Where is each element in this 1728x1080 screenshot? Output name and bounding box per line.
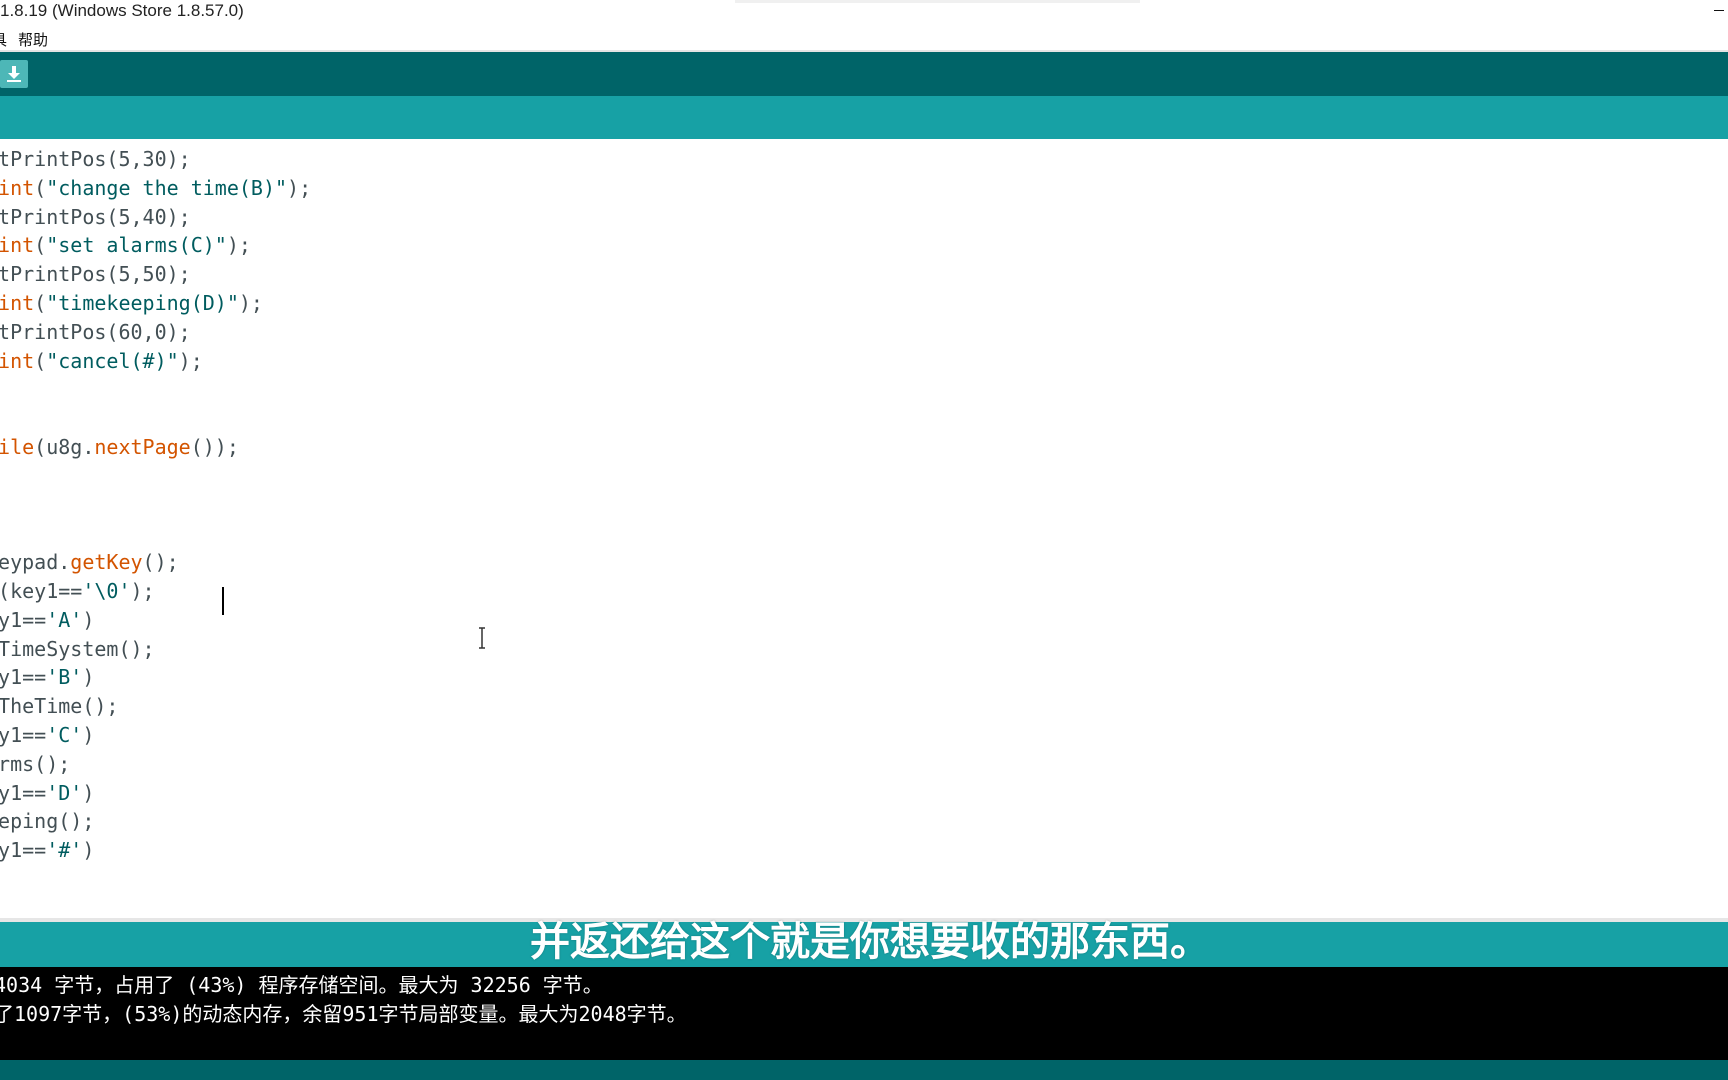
menu-item-help[interactable]: 帮助 (18, 29, 48, 50)
code-token: ) (82, 780, 95, 805)
code-token: ( (34, 233, 47, 258)
code-token: eeping(); (0, 809, 95, 834)
code-token: ()); (190, 435, 239, 459)
code-line: hTimeSystem(); (0, 634, 155, 664)
code-token: "timekeeping(D)" (46, 291, 239, 315)
code-line: arms(); (0, 749, 70, 779)
code-token: 'D' (46, 780, 83, 805)
code-token: ey1== (0, 780, 47, 805)
code-token: etPrintPos(60,0); (0, 319, 191, 344)
download-arrow-icon (7, 66, 21, 82)
code-token: rint (0, 291, 35, 315)
code-line: etPrintPos(60,0); (0, 317, 191, 347)
code-token: ey1== (0, 723, 47, 747)
code-line: ey1=='A') (0, 605, 94, 635)
code-token: ); (130, 579, 155, 603)
code-line: ey1=='B') (0, 662, 94, 692)
code-line: rint("timekeeping(D)"); (0, 288, 263, 318)
code-token: ey1== (0, 838, 47, 863)
code-token: (key1== (0, 579, 83, 603)
code-line: rint("cancel(#)"); (0, 346, 203, 376)
code-line: eeping(); (0, 806, 94, 836)
code-token: rint (0, 175, 35, 200)
code-token: ey1== (0, 607, 47, 632)
ibeam-cursor-icon (479, 627, 485, 649)
menu-item-tools[interactable]: 具 (0, 29, 7, 50)
window-title: 1.8.19 (Windows Store 1.8.57.0) (0, 1, 244, 20)
code-token: etPrintPos(5,30); (0, 147, 191, 171)
status-strip (0, 1060, 1728, 1080)
code-token: getKey (70, 550, 143, 575)
code-token: 'A' (46, 607, 83, 632)
code-line: keypad.getKey(); (0, 547, 179, 577)
code-token: rint (0, 233, 35, 258)
code-token: ( (34, 291, 47, 315)
code-token: ey1== (0, 665, 47, 690)
code-token: 'B' (46, 665, 83, 690)
code-token: ( (34, 175, 47, 200)
text-caret (222, 587, 224, 615)
code-token: '\0' (82, 579, 131, 603)
code-token: rint (0, 348, 35, 373)
menu-bar: 具 帮助 (0, 26, 1728, 52)
code-editor[interactable]: etPrintPos(5,30);rint("change the time(B… (0, 139, 1728, 920)
arduino-ide-window: 1.8.19 (Windows Store 1.8.57.0) 具 帮助 etP… (0, 0, 1728, 1080)
code-line: ey1=='D') (0, 778, 94, 808)
code-token: etPrintPos(5,50); (0, 262, 191, 287)
code-token: hile (0, 435, 35, 459)
code-token: ) (82, 838, 95, 863)
title-bar-highlight (735, 0, 1140, 3)
export-button[interactable] (0, 60, 28, 88)
console-line: 了1097字节，(53%)的动态内存，余留951字节局部变量。最大为2048字节… (0, 1002, 687, 1026)
code-token: ( (34, 348, 47, 373)
title-bar: 1.8.19 (Windows Store 1.8.57.0) (0, 0, 1728, 24)
toolbar (0, 52, 1728, 96)
code-token: hTimeSystem(); (0, 636, 155, 661)
tab-strip (0, 96, 1728, 139)
code-token: 'C' (46, 723, 83, 747)
code-line: e(key1=='\0'); (0, 576, 155, 606)
code-token: keypad. (0, 550, 71, 575)
code-token: ) (82, 665, 95, 690)
code-line: rint("set alarms(C)"); (0, 230, 251, 260)
code-line: etPrintPos(5,30); (0, 144, 191, 174)
video-subtitle: 并返还给这个就是你想要收的那东西。 (530, 919, 1210, 965)
code-token: ); (238, 291, 263, 315)
code-line: etPrintPos(5,50); (0, 259, 191, 289)
output-console: 4034 字节，占用了 (43%) 程序存储空间。最大为 32256 字节。 了… (0, 967, 1728, 1060)
code-line: hile(u8g.nextPage()); (0, 432, 239, 462)
code-token: '#' (46, 838, 83, 863)
code-token: "change the time(B)" (46, 175, 288, 200)
code-token: ); (178, 348, 203, 373)
code-token: ) (82, 723, 95, 747)
code-token: (u8g. (34, 435, 95, 459)
code-line: ey1=='C') (0, 720, 94, 750)
code-token: ); (226, 233, 251, 258)
code-token: ) (82, 607, 95, 632)
code-line: ey1=='#') (0, 835, 94, 865)
code-token: "set alarms(C)" (46, 233, 227, 258)
code-token: etPrintPos(5,40); (0, 204, 191, 229)
code-token: "cancel(#)" (46, 348, 179, 373)
code-token: (); (142, 550, 179, 575)
console-line: 4034 字节，占用了 (43%) 程序存储空间。最大为 32256 字节。 (0, 973, 603, 997)
code-line: etPrintPos(5,40); (0, 202, 191, 232)
code-line: rint("change the time(B)"); (0, 173, 311, 203)
code-token: nextPage (94, 435, 191, 459)
code-token: ); (287, 175, 312, 200)
minimize-button[interactable] (1708, 0, 1728, 22)
code-line: eTheTime(); (0, 691, 118, 721)
code-token: arms(); (0, 751, 71, 776)
code-token: eTheTime(); (0, 694, 119, 719)
